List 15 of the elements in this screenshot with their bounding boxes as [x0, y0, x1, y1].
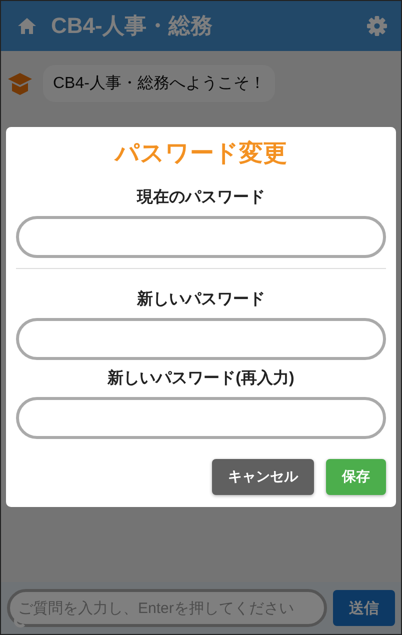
- save-button[interactable]: 保存: [326, 459, 386, 495]
- password-field[interactable]: [16, 318, 386, 360]
- cancel-button[interactable]: キャンセル: [212, 459, 314, 495]
- graduation-cap-icon: [7, 70, 33, 96]
- app-title: CB4-人事・総務: [51, 12, 214, 40]
- field-label: 新しいパスワード(再入力): [106, 368, 296, 389]
- password-field[interactable]: [16, 216, 386, 258]
- settings-icon[interactable]: [367, 16, 387, 36]
- password-field[interactable]: [16, 397, 386, 439]
- field-label: 新しいパスワード: [136, 289, 266, 310]
- field-label: 現在のパスワード: [136, 188, 266, 208]
- send-button[interactable]: 送信: [333, 590, 395, 626]
- dialog-title: パスワード変更: [113, 139, 288, 169]
- home-icon[interactable]: [17, 17, 37, 35]
- chat-bubble: CB4-人事・総務へようこそ！: [43, 65, 276, 102]
